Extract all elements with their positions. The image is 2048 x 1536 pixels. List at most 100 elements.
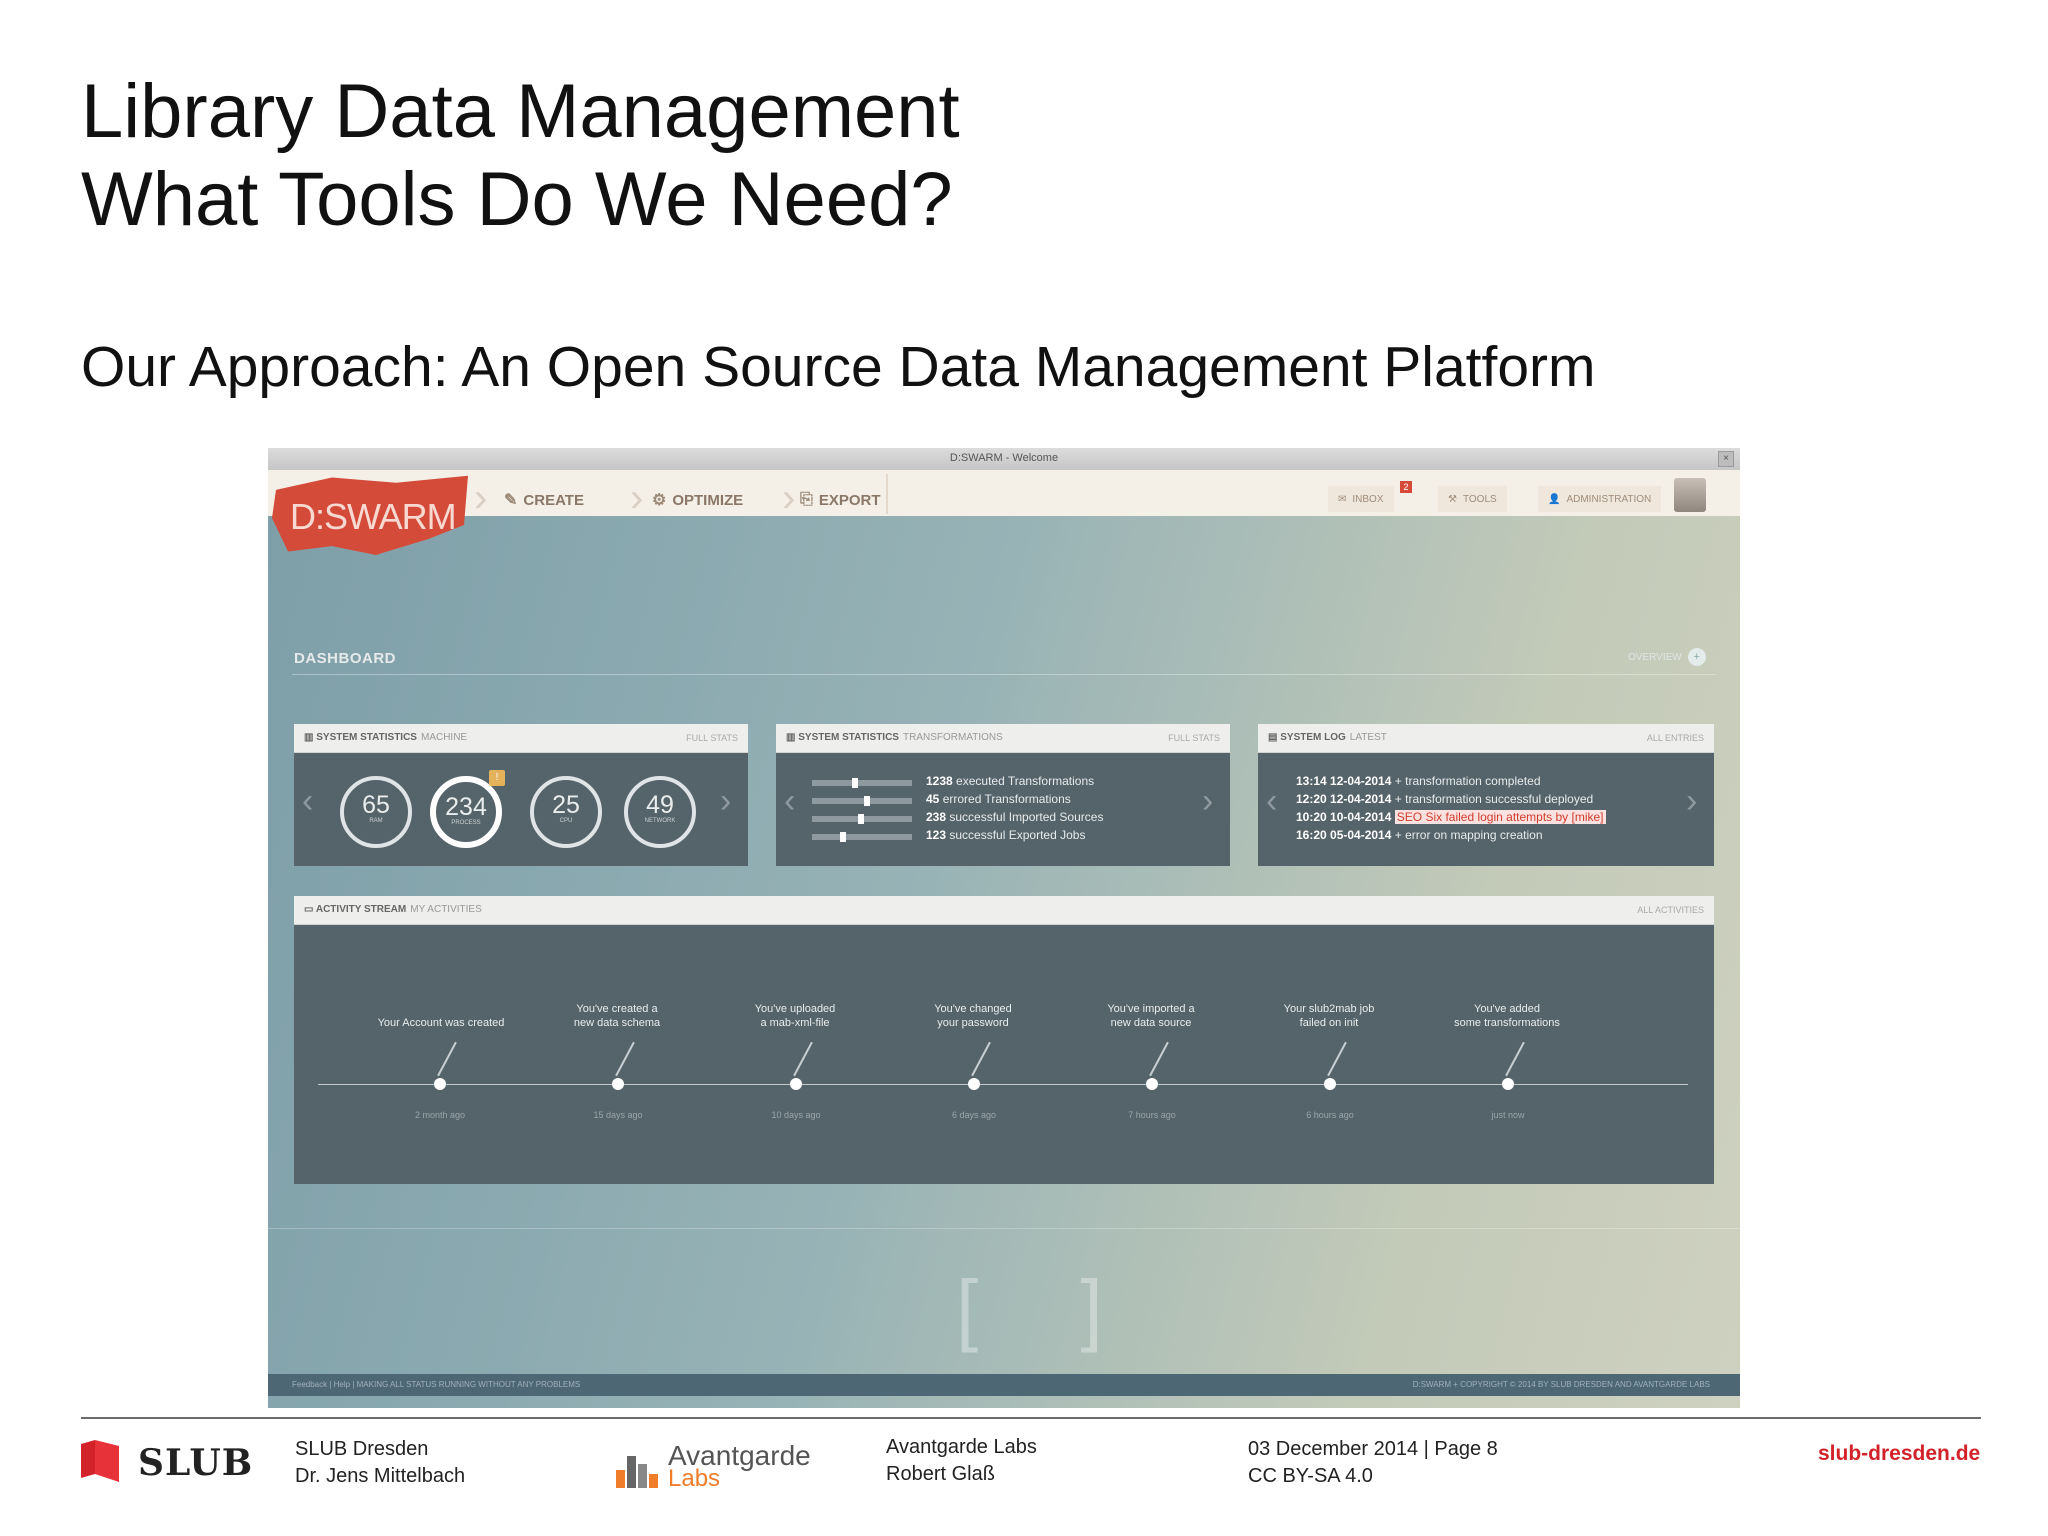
all-activities-link[interactable]: ALL ACTIVITIES: [1637, 905, 1704, 915]
system-log-panel: ▤ SYSTEM LOG LATEST ALL ENTRIES ‹ 13:14 1…: [1258, 724, 1714, 866]
chart-icon: ▥: [304, 732, 317, 743]
panel-title: ▤ SYSTEM LOG LATEST: [1268, 732, 1387, 743]
inbox-label: INBOX: [1352, 493, 1384, 505]
timeline-dot[interactable]: [790, 1078, 802, 1090]
chevron-right-icon[interactable]: ›: [1686, 782, 1697, 821]
activity-event[interactable]: You've changed your password: [888, 1002, 1058, 1030]
event-time: just now: [1491, 1110, 1525, 1120]
stream-icon: ▭: [304, 904, 316, 915]
activity-event[interactable]: You've created a new data schema: [532, 1002, 702, 1030]
chevron-separator-icon: ›: [630, 476, 644, 520]
footer-org: SLUB Dresden Dr. Jens Mittelbach: [295, 1438, 466, 1487]
nav-create-button[interactable]: ✎ CREATE: [504, 480, 584, 520]
activity-event[interactable]: You've uploaded a mab-xml-file: [710, 1002, 880, 1030]
dashboard-title: DASHBOARD: [294, 650, 396, 667]
user-icon: 👤: [1548, 493, 1561, 505]
administration-label: ADMINISTRATION: [1566, 493, 1652, 505]
avantgarde-labs-logo-icon: [616, 1456, 658, 1488]
warning-badge: !: [489, 770, 505, 786]
labs-wordmark: Labs: [668, 1465, 721, 1492]
stat-line: 1238 executed Transformations: [926, 774, 1095, 788]
plus-icon: +: [1687, 648, 1706, 666]
chevron-left-icon[interactable]: ‹: [1266, 782, 1277, 821]
nav-export-button[interactable]: ⎘ EXPORT: [800, 480, 881, 520]
overview-toggle[interactable]: OVERVIEW +: [1628, 648, 1706, 666]
cpu-gauge: 25 CPU: [530, 776, 602, 848]
stat-bar-marker: [852, 778, 858, 788]
export-icon: ⎘: [800, 491, 813, 508]
slide-title: Library Data Management What Tools Do We…: [81, 68, 960, 244]
inbox-icon: ✉: [1338, 493, 1347, 505]
event-time: 6 days ago: [951, 1110, 997, 1120]
bracket-logo-icon: [ ]: [956, 1264, 1143, 1353]
chevron-left-icon[interactable]: ‹: [302, 782, 313, 821]
stat-bar-marker: [840, 832, 846, 842]
stat-bar-marker: [858, 814, 864, 824]
log-entry-alert: 10:20 10-04-2014 SEO Six failed login at…: [1296, 810, 1606, 824]
dashboard-divider: [292, 674, 1716, 675]
title-line-2: What Tools Do We Need?: [81, 157, 953, 242]
activity-event[interactable]: Your slub2mab job failed on init: [1244, 1002, 1414, 1030]
chevron-left-icon[interactable]: ‹: [784, 782, 795, 821]
activity-event[interactable]: You've imported a new data source: [1066, 1002, 1236, 1030]
footer-rule: [81, 1417, 1981, 1419]
window-titlebar: D:SWARM - Welcome ×: [268, 448, 1740, 471]
activity-event[interactable]: You've added some transformations: [1422, 1002, 1592, 1030]
activity-timeline: [318, 1084, 1688, 1085]
slub-wordmark: SLUB: [138, 1442, 254, 1484]
log-entry: 16:20 05-04-2014 + error on mapping crea…: [1296, 828, 1543, 842]
logo-text: D:SWARM: [290, 496, 457, 537]
slide-subtitle: Our Approach: An Open Source Data Manage…: [81, 335, 1596, 399]
title-line-1: Library Data Management: [81, 69, 960, 154]
nav-optimize-label: OPTIMIZE: [672, 491, 744, 509]
window-title: D:SWARM - Welcome: [949, 452, 1059, 464]
dswarm-logo[interactable]: D:SWARM: [272, 475, 468, 555]
chevron-separator-icon: ›: [782, 476, 796, 520]
timeline-dot[interactable]: [1146, 1078, 1158, 1090]
inbox-button[interactable]: ✉ INBOX: [1328, 486, 1394, 512]
event-time: 10 days ago: [771, 1110, 821, 1120]
event-time: 6 hours ago: [1306, 1110, 1354, 1120]
footer-divider: [268, 1228, 1740, 1229]
stat-bar: [812, 834, 912, 840]
top-navigation-bar: [268, 470, 1740, 516]
chevron-right-icon[interactable]: ›: [1202, 782, 1213, 821]
footer-date: 03 December 2014 | Page 8 CC BY-SA 4.0: [1248, 1438, 1498, 1487]
avatar[interactable]: [1674, 478, 1706, 512]
all-entries-link[interactable]: ALL ENTRIES: [1647, 733, 1704, 743]
pencil-icon: ✎: [504, 492, 518, 509]
panel-header: ▭ ACTIVITY STREAM MY ACTIVITIES ALL ACTIV…: [294, 896, 1714, 925]
close-icon[interactable]: ×: [1718, 451, 1734, 467]
inbox-badge: 2: [1400, 481, 1412, 493]
panel-title: ▥ SYSTEM STATISTICS TRANSFORMATIONS: [786, 732, 1003, 743]
panel-header: ▥ SYSTEM STATISTICS TRANSFORMATIONS FULL …: [776, 724, 1230, 753]
panel-title: ▭ ACTIVITY STREAM MY ACTIVITIES: [304, 904, 482, 915]
full-stats-link[interactable]: FULL STATS: [1168, 733, 1220, 743]
nav-create-label: CREATE: [523, 491, 584, 509]
panel-title: ▥ SYSTEM STATISTICS MACHINE: [304, 732, 468, 743]
stat-bar: [812, 798, 912, 804]
website-link[interactable]: slub-dresden.de: [1818, 1442, 1980, 1466]
chevron-right-icon[interactable]: ›: [720, 782, 731, 821]
status-right: D:SWARM + COPYRIGHT © 2014 BY SLUB DRESD…: [1412, 1380, 1710, 1389]
tools-icon: ⚒: [1448, 493, 1457, 505]
timeline-dot[interactable]: [968, 1078, 980, 1090]
process-gauge: 234 PROCESS: [430, 776, 502, 848]
nav-optimize-button[interactable]: ⚙ OPTIMIZE: [652, 480, 743, 520]
tools-label: TOOLS: [1462, 493, 1497, 505]
activity-stream-panel: ▭ ACTIVITY STREAM MY ACTIVITIES ALL ACTIV…: [294, 896, 1714, 1184]
chart-icon: ▥: [786, 732, 799, 743]
full-stats-link[interactable]: FULL STATS: [686, 733, 738, 743]
nav-export-label: EXPORT: [818, 491, 881, 509]
stat-bar-marker: [864, 796, 870, 806]
network-gauge: 49 NETWORK: [624, 776, 696, 848]
tools-button[interactable]: ⚒ TOOLS: [1438, 486, 1507, 512]
transformation-stats-panel: ▥ SYSTEM STATISTICS TRANSFORMATIONS FULL …: [776, 724, 1230, 866]
timeline-dot[interactable]: [1502, 1078, 1514, 1090]
document-icon: ▤: [1268, 732, 1281, 743]
timeline-dot[interactable]: [1324, 1078, 1336, 1090]
activity-event[interactable]: Your Account was created: [356, 1016, 526, 1030]
timeline-dot[interactable]: [434, 1078, 446, 1090]
administration-button[interactable]: 👤 ADMINISTRATION: [1538, 486, 1662, 512]
timeline-dot[interactable]: [612, 1078, 624, 1090]
